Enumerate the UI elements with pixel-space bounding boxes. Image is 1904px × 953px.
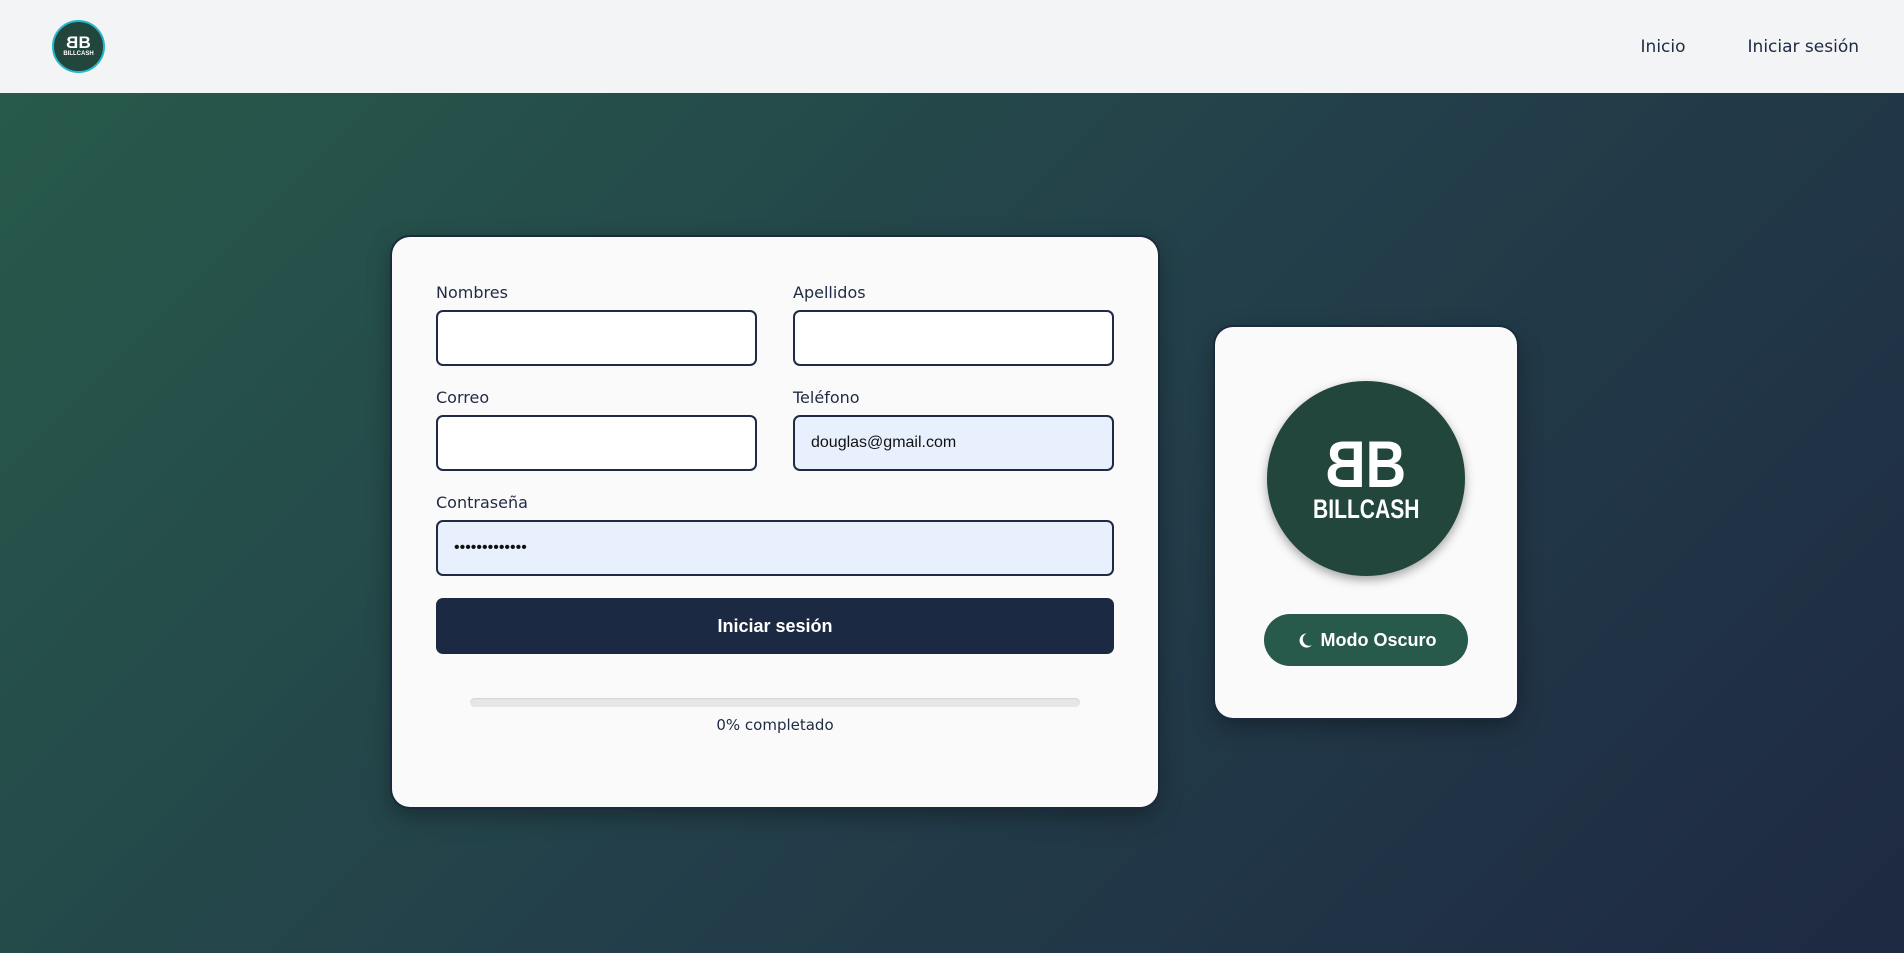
logo-wordmark: BILLCASH (63, 51, 94, 57)
correo-field-group: Correo (436, 388, 757, 471)
form-row-names: Nombres Apellidos (436, 283, 1114, 366)
nombres-input[interactable] (436, 310, 757, 366)
telefono-field-group: Teléfono (793, 388, 1114, 471)
progress-text: 0% completado (716, 716, 834, 734)
nombres-field-group: Nombres (436, 283, 757, 366)
password-input[interactable] (436, 520, 1114, 576)
login-submit-button[interactable]: Iniciar sesión (436, 598, 1114, 654)
brand-logo-letters: BB (1328, 426, 1407, 501)
top-navbar: BB BILLCASH Inicio Iniciar sesión (0, 0, 1904, 93)
telefono-label: Teléfono (793, 388, 860, 407)
form-row-contact: Correo Teléfono (436, 388, 1114, 471)
correo-input[interactable] (436, 415, 757, 471)
logo-letters: BB (67, 33, 91, 52)
form-row-password: Contraseña (436, 493, 1114, 576)
contrasena-field-group: Contraseña (436, 493, 1114, 576)
login-form-card: Nombres Apellidos Correo Teléfono Contra… (392, 237, 1158, 807)
telefono-input[interactable] (793, 415, 1114, 471)
form-progress: 0% completado (470, 698, 1080, 734)
nombres-label: Nombres (436, 283, 508, 302)
dark-mode-label: Modo Oscuro (1320, 629, 1437, 650)
progress-bar-track (470, 698, 1080, 707)
contrasena-label: Contraseña (436, 493, 528, 512)
correo-label: Correo (436, 388, 490, 407)
apellidos-label: Apellidos (793, 283, 866, 302)
nav-link-iniciar-sesion[interactable]: Iniciar sesión (1748, 37, 1859, 57)
nav-links: Inicio Iniciar sesión (1641, 37, 1859, 57)
header-logo[interactable]: BB BILLCASH (52, 20, 105, 73)
brand-logo-wordmark: BILLCASH (1312, 493, 1420, 524)
moon-icon (1299, 632, 1312, 648)
brand-card: BB BILLCASH Modo Oscuro (1215, 327, 1517, 718)
dark-mode-toggle-button[interactable]: Modo Oscuro (1264, 614, 1468, 666)
nav-link-inicio[interactable]: Inicio (1641, 37, 1686, 57)
apellidos-field-group: Apellidos (793, 283, 1114, 366)
billcash-logo: BB BILLCASH (1267, 381, 1465, 576)
apellidos-input[interactable] (793, 310, 1114, 366)
